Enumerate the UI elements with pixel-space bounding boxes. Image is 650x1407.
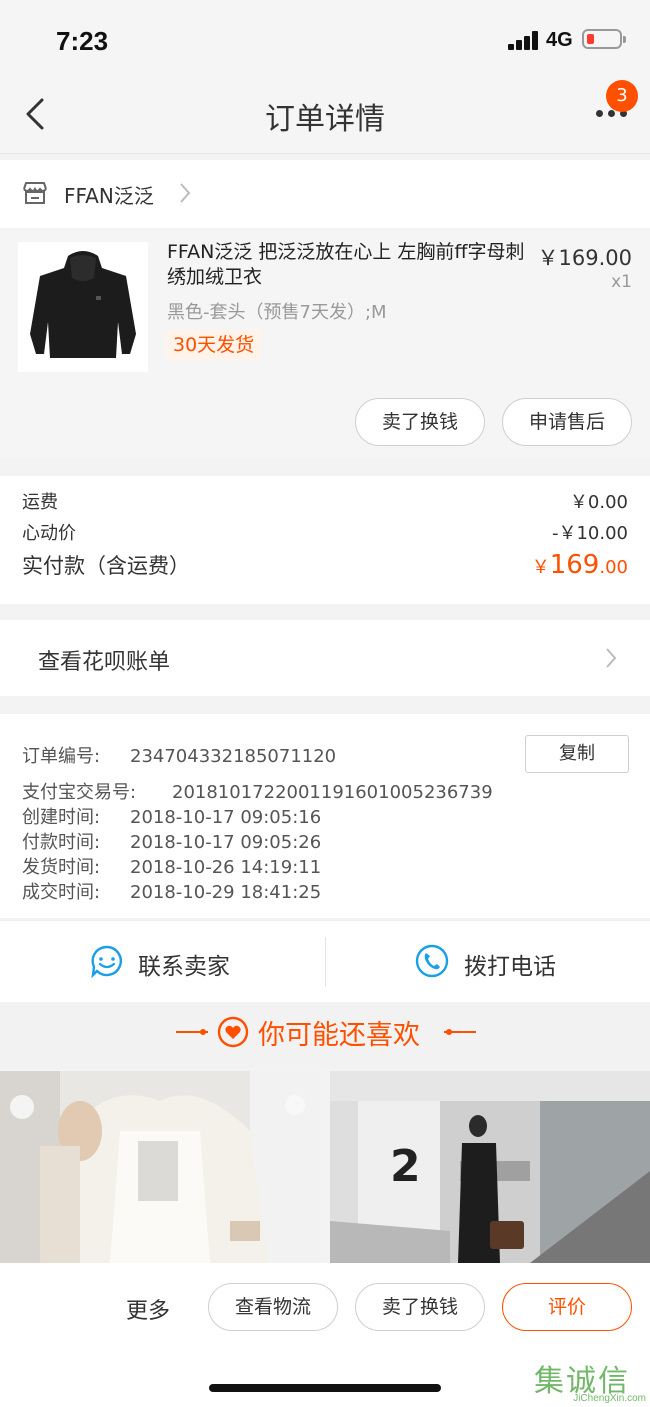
total-integer: 169 (549, 550, 600, 580)
total-paid-label: 实付款（含运费） (22, 554, 190, 578)
more-actions-button[interactable]: 更多 (126, 1293, 170, 1325)
product-card: FFAN泛泛 把泛泛放在心上 左胸前ff字母刺绣加绒卫衣 ￥169.00 x1 … (0, 230, 650, 458)
after-sale-button[interactable]: 申请售后 (502, 398, 632, 446)
call-phone-label: 拨打电话 (464, 954, 556, 980)
copy-button[interactable]: 复制 (525, 735, 629, 773)
watermark: 集诚信 JiChengXin.com (534, 1356, 650, 1406)
total-decimal: .00 (599, 557, 628, 578)
recommendation-title: 你可能还喜欢 (258, 1020, 420, 1051)
shipped-time: 2018-10-26 14:19:11 (130, 857, 322, 878)
completed-time: 2018-10-29 18:41:25 (130, 882, 322, 903)
decor-dot (200, 1029, 206, 1035)
sell-for-cash-button[interactable]: 卖了换钱 (355, 398, 485, 446)
created-time-label: 创建时间: (22, 807, 101, 828)
alipay-trade-number: 2018101722001191601005236739 (172, 782, 493, 803)
chat-smile-icon (91, 945, 122, 979)
order-number-label: 订单编号: (22, 746, 101, 767)
contact-seller-button[interactable]: 联系卖家 (0, 921, 325, 1003)
order-info: 订单编号: 234704332185071120 复制 支付宝交易号: 201810… (0, 714, 650, 918)
shop-row[interactable]: FFAN泛泛 (0, 160, 650, 228)
heart-icon (217, 1016, 249, 1048)
completed-time-label: 成交时间: (22, 882, 101, 903)
cost-summary: 运费 ￥0.00 心动价 -￥10.00 实付款（含运费） ￥169.00 (0, 476, 650, 604)
recommended-item-image[interactable]: 2 (330, 1071, 650, 1263)
created-time-line: 创建时间: 2018-10-17 09:05:16 (22, 803, 321, 829)
total-paid-value: ￥169.00 (532, 550, 628, 580)
heart-price-label: 心动价 (22, 523, 76, 544)
sell-for-cash-button[interactable]: 卖了换钱 (355, 1283, 485, 1331)
paid-time-line: 付款时间: 2018-10-17 09:05:26 (22, 828, 321, 854)
shipping-fee-value: ￥0.00 (569, 492, 628, 513)
decor-line (444, 1031, 476, 1033)
order-number: 234704332185071120 (130, 746, 337, 767)
shop-name: FFAN泛泛 (64, 184, 154, 208)
chevron-right-icon (180, 183, 191, 203)
huabei-bill-row[interactable]: 查看花呗账单 (0, 620, 650, 696)
product-name[interactable]: FFAN泛泛 把泛泛放在心上 左胸前ff字母刺绣加绒卫衣 (167, 240, 527, 290)
product-sku: 黑色-套头（预售7天发）;M (167, 302, 387, 323)
status-bar: 7:23 4G (0, 0, 650, 78)
product-image[interactable] (18, 242, 148, 372)
nav-bar: 订单详情 3 (0, 78, 650, 154)
paid-time-label: 付款时间: (22, 832, 101, 853)
heart-price-row: 心动价 -￥10.00 (22, 519, 628, 545)
shipping-fee-row: 运费 ￥0.00 (22, 488, 628, 514)
shipped-time-label: 发货时间: (22, 857, 101, 878)
svg-text:2: 2 (390, 1141, 421, 1192)
product-price: ￥169.00 (537, 246, 632, 270)
contact-seller-label: 联系卖家 (138, 954, 230, 980)
huabei-bill-label: 查看花呗账单 (38, 650, 171, 675)
notification-badge: 3 (606, 80, 638, 112)
contact-row: 联系卖家 拨打电话 (0, 920, 650, 1002)
recommended-item-image[interactable] (0, 1071, 320, 1263)
view-logistics-button[interactable]: 查看物流 (208, 1283, 338, 1331)
shipping-fee-label: 运费 (22, 492, 58, 513)
alipay-trade-line: 支付宝交易号: 2018101722001191601005236739 (22, 778, 493, 804)
battery-icon (582, 29, 626, 49)
completed-time-line: 成交时间: 2018-10-29 18:41:25 (22, 878, 321, 904)
home-indicator (209, 1384, 441, 1392)
created-time: 2018-10-17 09:05:16 (130, 807, 322, 828)
product-quantity: x1 (611, 272, 632, 292)
watermark-url: JiChengXin.com (573, 1393, 646, 1404)
phone-icon (415, 944, 449, 978)
alipay-trade-label: 支付宝交易号: (22, 782, 137, 803)
order-number-line: 订单编号: 234704332185071120 (22, 742, 336, 768)
review-button[interactable]: 评价 (502, 1283, 632, 1331)
paid-time: 2018-10-17 09:05:26 (130, 832, 322, 853)
page-title: 订单详情 (265, 102, 385, 137)
heart-price-value: -￥10.00 (551, 523, 628, 544)
network-label: 4G (546, 29, 573, 51)
shipped-time-line: 发货时间: 2018-10-26 14:19:11 (22, 853, 321, 879)
call-phone-button[interactable]: 拨打电话 (326, 921, 650, 1003)
chevron-right-icon (606, 648, 617, 668)
total-paid-row: 实付款（含运费） ￥169.00 (22, 550, 628, 580)
total-currency: ￥ (531, 557, 550, 578)
signal-icon (508, 30, 540, 50)
shipping-tag: 30天发货 (167, 330, 261, 360)
recommendation-header: 你可能还喜欢 (0, 1003, 650, 1069)
store-icon (23, 182, 47, 204)
status-time: 7:23 (56, 26, 109, 56)
